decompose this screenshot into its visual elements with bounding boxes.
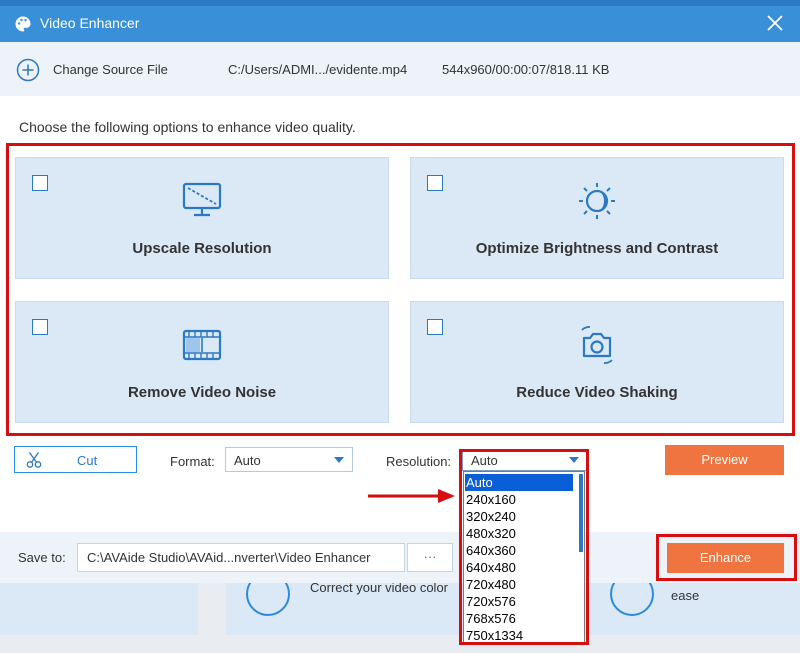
background-card-left <box>0 583 198 635</box>
palette-icon <box>15 16 31 32</box>
dropdown-highlight-box <box>459 449 589 645</box>
options-highlight-box <box>6 143 795 436</box>
browse-folder-button[interactable]: ··· <box>407 543 453 572</box>
source-file-info: 544x960/00:00:07/818.11 KB <box>442 62 610 77</box>
source-file-path: C:/Users/ADMI.../evidente.mp4 <box>228 62 408 77</box>
change-source-file-button[interactable]: Change Source File <box>53 62 168 77</box>
instructions-text: Choose the following options to enhance … <box>19 119 356 135</box>
red-arrow-annotation-icon <box>368 489 455 503</box>
dialog-title: Video Enhancer <box>40 15 140 31</box>
resolution-label: Resolution: <box>386 454 452 469</box>
cut-button[interactable]: Cut <box>14 446 137 473</box>
cut-label: Cut <box>77 453 98 468</box>
format-select[interactable]: Auto <box>225 447 353 472</box>
format-value: Auto <box>234 453 261 468</box>
scissors-icon <box>26 452 42 468</box>
source-file-bar: Change Source File C:/Users/ADMI.../evid… <box>0 42 800 96</box>
save-to-label: Save to: <box>18 550 66 565</box>
background-card-text: ease <box>671 588 700 603</box>
chevron-down-icon <box>334 457 344 463</box>
format-label: Format: <box>170 454 215 469</box>
close-icon[interactable] <box>764 12 786 34</box>
add-circle-icon[interactable] <box>16 58 40 82</box>
dialog-titlebar: Video Enhancer <box>0 6 800 42</box>
enhance-highlight-box <box>656 534 797 581</box>
save-path-field[interactable]: C:\AVAide Studio\AVAid...nverter\Video E… <box>77 543 405 572</box>
preview-button[interactable]: Preview <box>665 445 784 475</box>
